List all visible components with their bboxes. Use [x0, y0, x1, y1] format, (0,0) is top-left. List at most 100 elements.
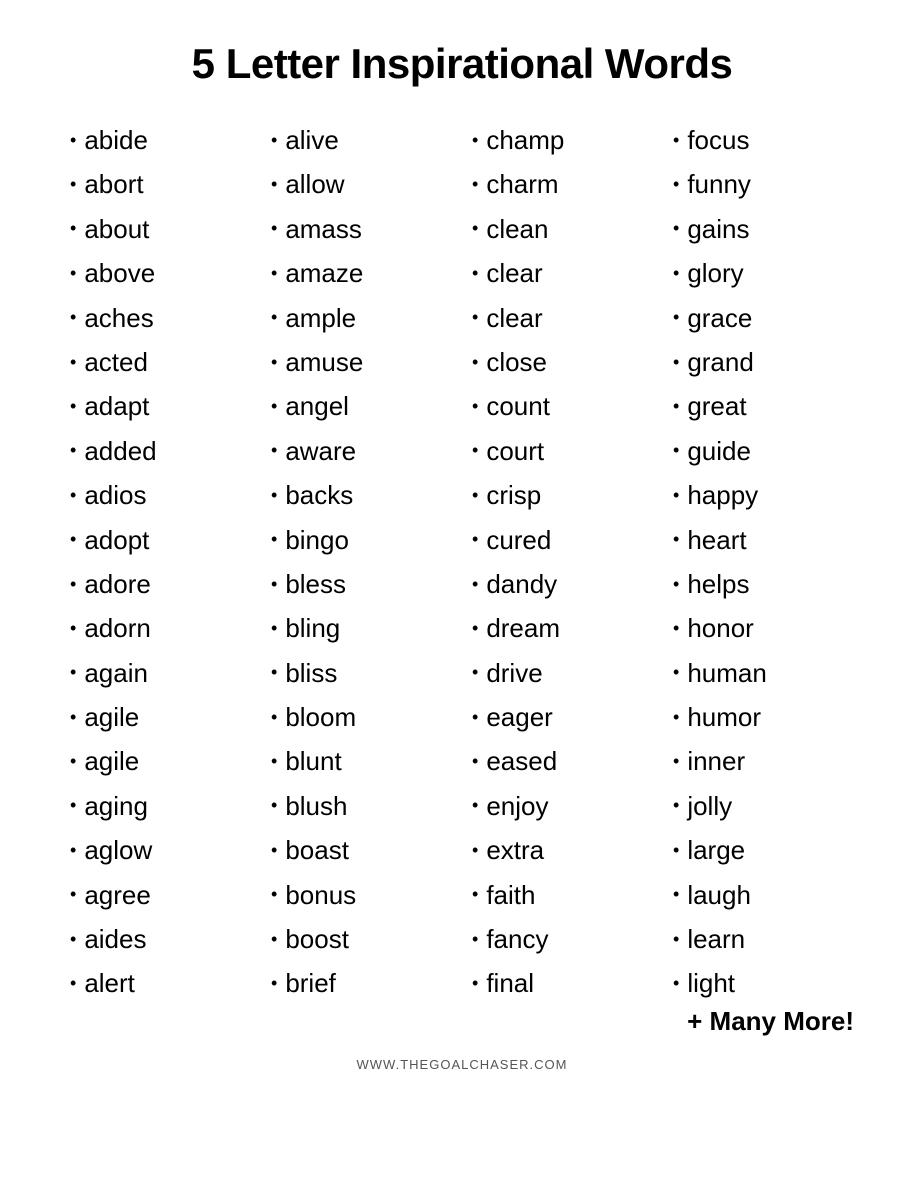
- bullet-icon: •: [271, 438, 277, 463]
- page-container: 5 Letter Inspirational Words •abide•abor…: [0, 0, 924, 1102]
- bullet-icon: •: [70, 483, 76, 508]
- word-label: adore: [84, 566, 151, 602]
- word-label: eager: [486, 699, 553, 735]
- word-label: learn: [687, 921, 745, 957]
- word-label: above: [84, 255, 155, 291]
- list-item: •gains: [673, 207, 854, 251]
- word-label: faith: [486, 877, 535, 913]
- bullet-icon: •: [472, 572, 478, 597]
- list-item: •happy: [673, 473, 854, 517]
- list-item: •eager: [472, 695, 653, 739]
- bullet-icon: •: [70, 261, 76, 286]
- list-item: •about: [70, 207, 251, 251]
- list-item: •bling: [271, 606, 452, 650]
- list-item: • learn: [673, 917, 854, 961]
- list-item: •helps: [673, 562, 854, 606]
- bullet-icon: •: [271, 838, 277, 863]
- word-label: close: [486, 344, 547, 380]
- bullet-icon: •: [472, 882, 478, 907]
- word-label: enjoy: [486, 788, 548, 824]
- list-item: •again: [70, 651, 251, 695]
- word-label: grace: [687, 300, 752, 336]
- word-label: clear: [486, 300, 542, 336]
- bullet-icon: •: [271, 927, 277, 952]
- list-item: •clear: [472, 251, 653, 295]
- word-label: brief: [285, 965, 336, 1001]
- word-label: glory: [687, 255, 743, 291]
- list-item: •bless: [271, 562, 452, 606]
- list-item: •cured: [472, 518, 653, 562]
- bullet-icon: •: [472, 483, 478, 508]
- bullet-icon: •: [70, 838, 76, 863]
- list-item: •laugh: [673, 873, 854, 917]
- word-label: amass: [285, 211, 362, 247]
- list-item: •great: [673, 384, 854, 428]
- word-label: drive: [486, 655, 542, 691]
- word-column-4: •focus•funny•gains•glory•grace•grand•gre…: [663, 118, 864, 1037]
- list-item: •humor: [673, 695, 854, 739]
- bullet-icon: •: [673, 616, 679, 641]
- bullet-icon: •: [472, 261, 478, 286]
- word-label: heart: [687, 522, 746, 558]
- word-label: agile: [84, 743, 139, 779]
- bullet-icon: •: [472, 128, 478, 153]
- bullet-icon: •: [70, 705, 76, 730]
- word-label: grand: [687, 344, 754, 380]
- bullet-icon: •: [472, 350, 478, 375]
- word-label: dandy: [486, 566, 557, 602]
- bullet-icon: •: [70, 927, 76, 952]
- list-item: • faith: [472, 873, 653, 917]
- bullet-icon: •: [673, 927, 679, 952]
- word-label: abort: [84, 166, 143, 202]
- list-item: • adore: [70, 562, 251, 606]
- bullet-icon: •: [673, 660, 679, 685]
- word-label: inner: [687, 743, 745, 779]
- word-label: blush: [285, 788, 347, 824]
- bullet-icon: •: [271, 971, 277, 996]
- word-grid: •abide•abort•about•above•aches•acted•ada…: [60, 118, 864, 1037]
- list-item: •amaze: [271, 251, 452, 295]
- list-item: •human: [673, 651, 854, 695]
- bullet-icon: •: [70, 572, 76, 597]
- list-item: • close: [472, 340, 653, 384]
- list-item: •charm: [472, 162, 653, 206]
- bullet-icon: •: [472, 749, 478, 774]
- list-item: • amass: [271, 207, 452, 251]
- list-item: •adorn: [70, 606, 251, 650]
- bullet-icon: •: [673, 705, 679, 730]
- bullet-icon: •: [673, 749, 679, 774]
- list-item: •boost: [271, 917, 452, 961]
- list-item: •dream: [472, 606, 653, 650]
- bullet-icon: •: [673, 572, 679, 597]
- list-item: •extra: [472, 828, 653, 872]
- list-item: •light: [673, 961, 854, 1005]
- bullet-icon: •: [271, 660, 277, 685]
- list-item: •grand: [673, 340, 854, 384]
- bullet-icon: •: [673, 438, 679, 463]
- list-item: •agree: [70, 873, 251, 917]
- word-label: gains: [687, 211, 749, 247]
- page-title: 5 Letter Inspirational Words: [60, 40, 864, 88]
- word-label: cured: [486, 522, 551, 558]
- bullet-icon: •: [271, 216, 277, 241]
- bullet-icon: •: [271, 261, 277, 286]
- bullet-icon: •: [70, 660, 76, 685]
- list-item: •adapt: [70, 384, 251, 428]
- word-label: bloom: [285, 699, 356, 735]
- word-label: aches: [84, 300, 153, 336]
- list-item: •heart: [673, 518, 854, 562]
- list-item: • dandy: [472, 562, 653, 606]
- bullet-icon: •: [472, 305, 478, 330]
- list-item: •court: [472, 429, 653, 473]
- list-item: •large: [673, 828, 854, 872]
- list-item: • brief: [271, 961, 452, 1005]
- bullet-icon: •: [673, 882, 679, 907]
- list-item: •acted: [70, 340, 251, 384]
- list-item: •honor: [673, 606, 854, 650]
- word-label: final: [486, 965, 534, 1001]
- list-item: •fancy: [472, 917, 653, 961]
- bullet-icon: •: [271, 705, 277, 730]
- bullet-icon: •: [70, 527, 76, 552]
- list-item: •focus: [673, 118, 854, 162]
- bullet-icon: •: [271, 172, 277, 197]
